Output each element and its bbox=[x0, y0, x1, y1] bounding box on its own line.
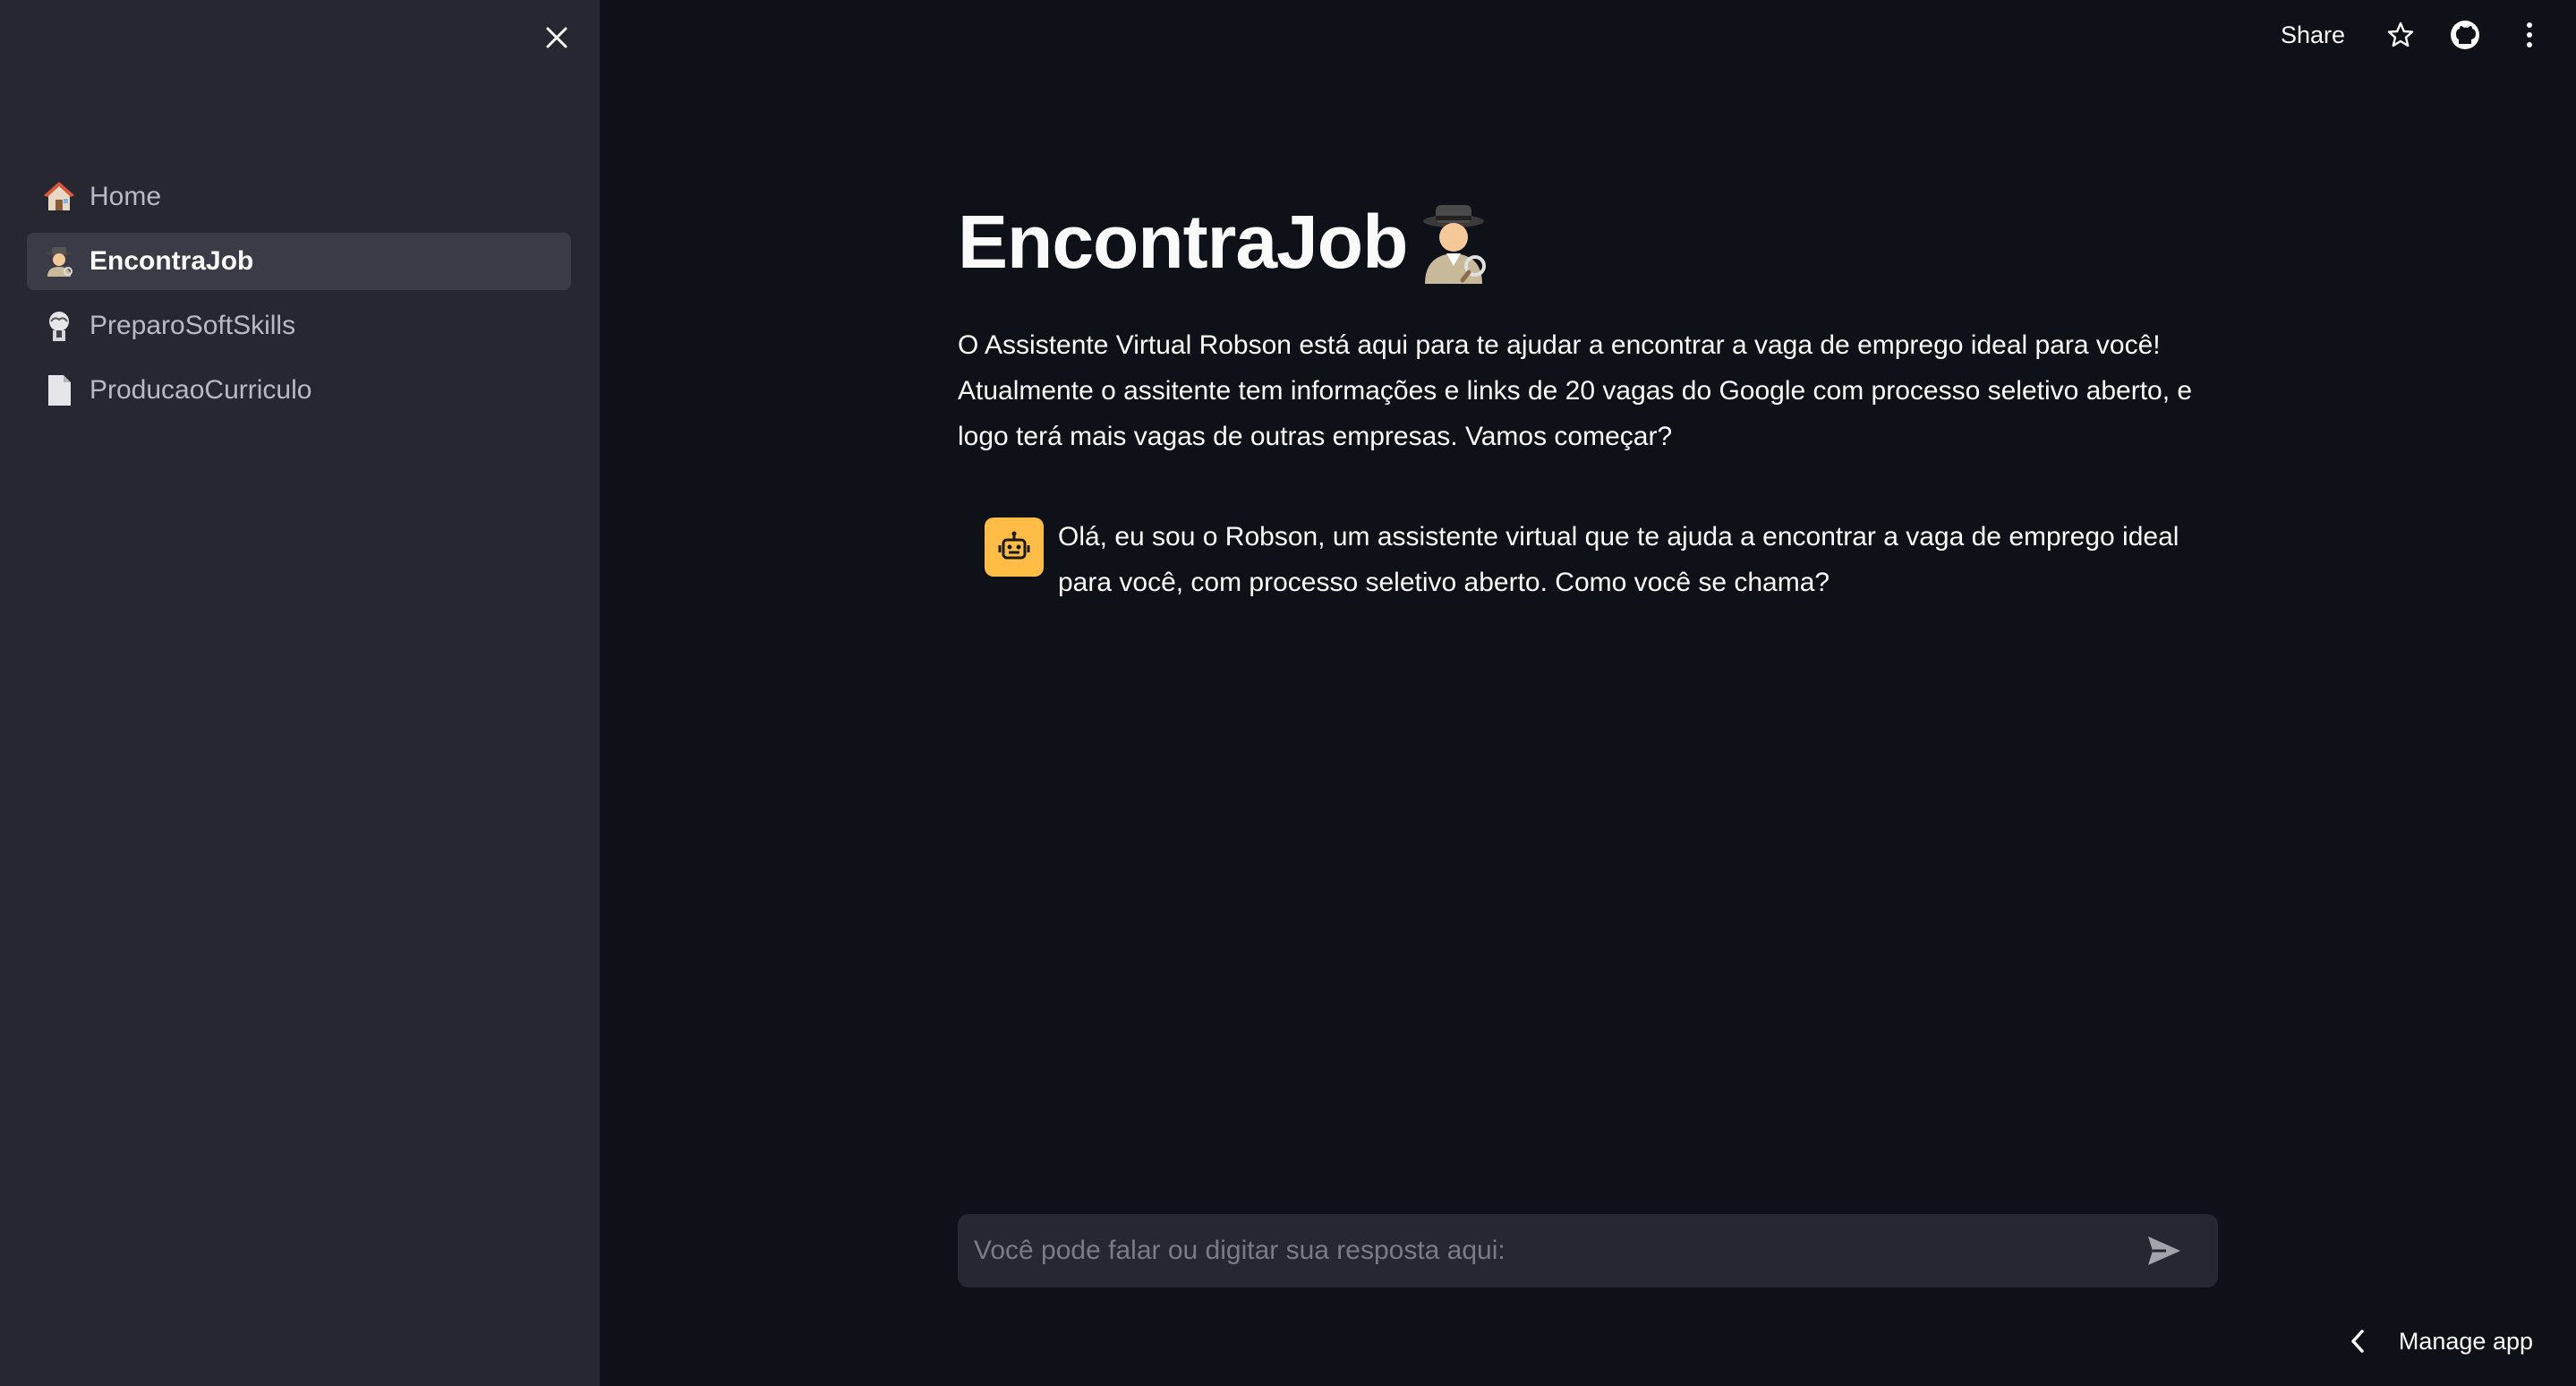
chat-message-text: Olá, eu sou o Robson, um assistente virt… bbox=[1058, 522, 2179, 597]
detective-icon bbox=[41, 244, 77, 279]
brain-icon bbox=[41, 308, 77, 344]
chat-input-container bbox=[958, 1214, 2218, 1288]
detective-icon bbox=[1416, 201, 1491, 284]
share-button[interactable]: Share bbox=[2281, 21, 2345, 49]
sidebar-item-label: Home bbox=[90, 182, 162, 211]
star-icon[interactable] bbox=[2381, 15, 2420, 55]
chat-message-assistant: Olá, eu sou o Robson, um assistente virt… bbox=[985, 514, 2202, 605]
close-sidebar-button[interactable] bbox=[537, 18, 576, 57]
manage-app-label: Manage app bbox=[2398, 1327, 2533, 1355]
sidebar-item-label: PreparoSoftSkills bbox=[90, 311, 296, 340]
header-toolbar: Share bbox=[2281, 0, 2576, 70]
sidebar: Home EncontraJob PreparoSoftSkills Produ… bbox=[0, 0, 600, 1386]
close-icon bbox=[546, 27, 567, 48]
house-icon bbox=[41, 179, 77, 215]
more-vert-icon[interactable] bbox=[2510, 15, 2549, 55]
chat-input[interactable] bbox=[958, 1214, 2137, 1288]
github-icon[interactable] bbox=[2445, 15, 2485, 55]
sidebar-item-label: EncontraJob bbox=[90, 246, 254, 276]
page-title: EncontraJob bbox=[958, 200, 1408, 284]
sidebar-item-producaocurriculo[interactable]: ProducaoCurriculo bbox=[27, 362, 571, 419]
sidebar-nav: Home EncontraJob PreparoSoftSkills Produ… bbox=[27, 168, 571, 426]
robot-icon bbox=[985, 518, 1044, 577]
manage-app-button[interactable]: Manage app bbox=[2341, 1325, 2533, 1357]
intro-text: O Assistente Virtual Robson está aqui pa… bbox=[958, 330, 2193, 451]
sidebar-item-preparosoftskills[interactable]: PreparoSoftSkills bbox=[27, 297, 571, 355]
page-icon bbox=[41, 372, 77, 408]
title-row: EncontraJob bbox=[958, 199, 1491, 286]
sidebar-item-home[interactable]: Home bbox=[27, 168, 571, 226]
sidebar-item-encontrajob[interactable]: EncontraJob bbox=[27, 233, 571, 290]
send-icon bbox=[2148, 1236, 2180, 1265]
chevron-left-icon bbox=[2341, 1325, 2374, 1357]
sidebar-item-label: ProducaoCurriculo bbox=[90, 375, 312, 405]
send-button[interactable] bbox=[2137, 1224, 2191, 1278]
app-root: Home EncontraJob PreparoSoftSkills Produ… bbox=[0, 0, 2576, 1386]
